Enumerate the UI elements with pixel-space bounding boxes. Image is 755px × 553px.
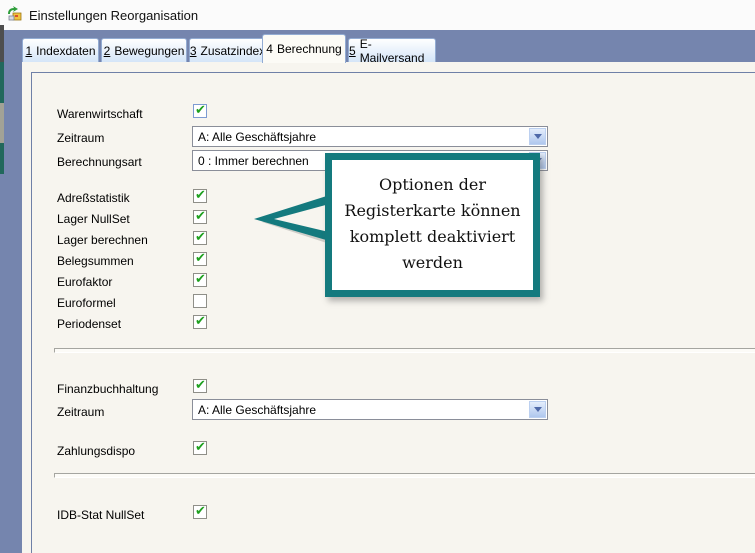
callout-line: Optionen der [332,172,533,198]
checkbox-euroformel[interactable] [193,294,207,308]
callout-line: komplett deaktiviert [332,224,533,250]
window-titlebar: Einstellungen Reorganisation [0,0,755,30]
field-label-zahlungsdispo: Zahlungsdispo [57,444,135,458]
tab-indexdaten[interactable]: 1 Indexdaten [22,38,99,62]
background-artifact [0,103,4,143]
background-artifact [0,62,4,103]
field-label-euroformel: Euroformel [57,296,116,310]
check-icon: ✔ [195,313,206,329]
combo-dropdown-button[interactable] [529,401,546,418]
tab-label: Bewegungen [114,44,184,58]
tab-label: Indexdaten [36,44,95,58]
tab-berechnung[interactable]: 4 Berechnung [262,34,346,63]
check-icon: ✔ [195,102,206,118]
tab-bewegungen[interactable]: 2 Bewegungen [101,38,187,62]
window-title: Einstellungen Reorganisation [29,8,198,23]
tab-label: Zusatzindex [201,44,266,58]
check-icon: ✔ [195,439,206,455]
field-label-zeitraum-1: Zeitraum [57,131,104,145]
checkbox-idb-stat-nullset[interactable]: ✔ [193,505,207,519]
combo-value: A: Alle Geschäftsjahre [198,403,316,417]
field-label-adressstatistik: Adreßstatistik [57,191,130,205]
tab-zusatzindex[interactable]: 3 Zusatzindex [189,38,266,62]
field-label-idb-stat-nullset: IDB-Stat NullSet [57,508,144,522]
checkbox-adressstatistik[interactable]: ✔ [193,189,207,203]
field-label-belegsummen: Belegsummen [57,254,134,268]
background-artifact [0,143,4,174]
check-icon: ✔ [195,250,206,266]
einstellungen-reorganisation-window: Einstellungen Reorganisation 1 Indexdate… [0,0,755,553]
tab-label: E-Mailversand [360,37,435,65]
field-label-warenwirtschaft: Warenwirtschaft [57,107,143,121]
tab-mnemonic: 1 [25,44,32,58]
callout-pointer [254,192,334,246]
combo-value: 0 : Immer berechnen [198,154,309,168]
combo-value: A: Alle Geschäftsjahre [198,130,316,144]
tab-label: Berechnung [277,42,342,56]
tab-mnemonic: 4 [266,42,273,56]
checkbox-eurofaktor[interactable]: ✔ [193,273,207,287]
check-icon: ✔ [195,187,206,203]
chevron-down-icon [534,134,542,139]
field-label-zeitraum-2: Zeitraum [57,405,104,419]
check-icon: ✔ [195,208,206,224]
check-icon: ✔ [195,503,206,519]
tab-emailversand[interactable]: 5 E-Mailversand [348,38,436,62]
check-icon: ✔ [195,229,206,245]
callout-line: Registerkarte können [332,198,533,224]
check-icon: ✔ [195,377,206,393]
callout-line: werden [332,250,533,276]
field-label-finanzbuchhaltung: Finanzbuchhaltung [57,382,158,396]
tab-mnemonic: 5 [349,44,356,58]
section-separator [54,473,755,478]
checkbox-lager-berechnen[interactable]: ✔ [193,231,207,245]
checkbox-warenwirtschaft[interactable]: ✔ [193,104,207,118]
tab-mnemonic: 2 [104,44,111,58]
field-label-berechnungsart: Berechnungsart [57,155,142,169]
field-label-lager-nullset: Lager NullSet [57,212,130,226]
checkbox-belegsummen[interactable]: ✔ [193,252,207,266]
checkbox-lager-nullset[interactable]: ✔ [193,210,207,224]
callout-annotation: Optionen der Registerkarte können komple… [325,153,540,297]
chevron-down-icon [534,407,542,412]
combo-dropdown-button[interactable] [529,128,546,145]
field-label-eurofaktor: Eurofaktor [57,275,112,289]
background-artifact [0,25,4,62]
section-separator [54,348,755,353]
field-label-periodenset: Periodenset [57,317,121,331]
checkbox-zahlungsdispo[interactable]: ✔ [193,441,207,455]
check-icon: ✔ [195,271,206,287]
combo-zeitraum-2[interactable]: A: Alle Geschäftsjahre [192,399,548,420]
field-label-lager-berechnen: Lager berechnen [57,233,148,247]
checkbox-periodenset[interactable]: ✔ [193,315,207,329]
checkbox-finanzbuchhaltung[interactable]: ✔ [193,379,207,393]
tab-mnemonic: 3 [190,44,197,58]
app-icon [6,5,24,23]
combo-zeitraum-1[interactable]: A: Alle Geschäftsjahre [192,126,548,147]
